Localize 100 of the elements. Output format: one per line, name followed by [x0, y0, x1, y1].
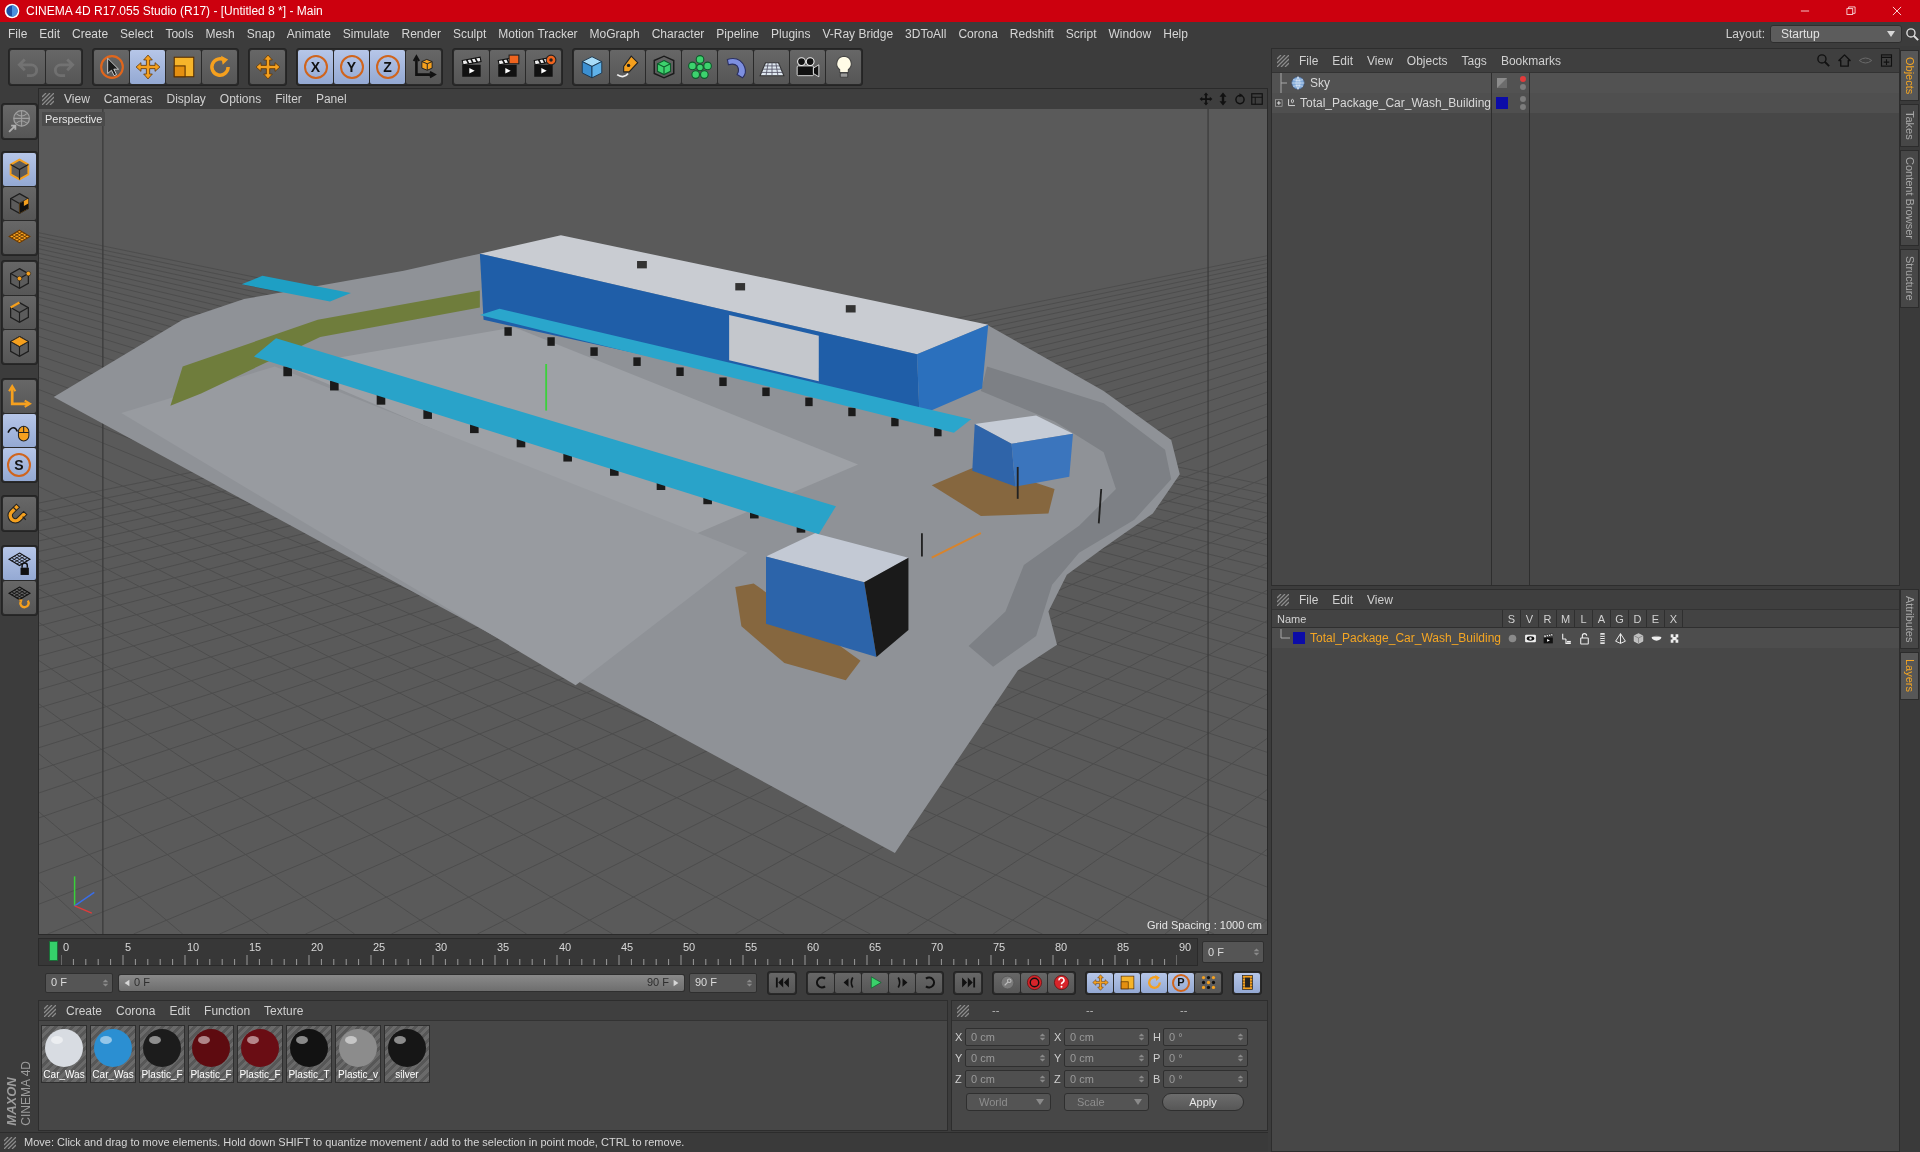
spinner-icon[interactable] [1237, 1032, 1244, 1042]
clapperboard-icon[interactable] [1541, 631, 1555, 645]
object-row[interactable]: Total_Package_Car_Wash_Building [1272, 93, 1899, 113]
menu-item[interactable]: V-Ray Bridge [816, 25, 900, 43]
grip-icon[interactable] [1277, 593, 1289, 606]
keyframe-selection-button[interactable] [1048, 972, 1074, 993]
menu-item[interactable]: File [1292, 51, 1326, 70]
plus-box-icon[interactable] [1879, 53, 1894, 68]
move-button[interactable] [130, 50, 165, 84]
render-dot-icon[interactable] [1520, 104, 1526, 110]
previous-key-button[interactable] [808, 972, 834, 993]
menu-item[interactable]: Sculpt [446, 25, 493, 43]
render-settings-button[interactable] [526, 50, 561, 84]
start-frame-field[interactable]: 0 F [45, 972, 113, 993]
next-frame-button[interactable] [889, 972, 915, 993]
right-arrow-icon[interactable] [672, 978, 680, 987]
menu-item[interactable]: Filter [268, 90, 309, 108]
material-swatch[interactable]: Plastic_T [286, 1025, 332, 1083]
rotate-button[interactable] [202, 50, 237, 84]
subdivision-button[interactable] [646, 50, 681, 84]
next-key-button[interactable] [916, 972, 942, 993]
timeline-ruler[interactable]: 0 5 10 15 20 25 30 35 40 45 50 55 60 65 70 75 80 85 90 [38, 938, 1198, 966]
solo-button[interactable]: S [2, 448, 36, 481]
grip-icon[interactable] [1277, 54, 1289, 67]
side-tab[interactable]: Layers [1900, 652, 1919, 700]
menu-item[interactable]: Cameras [96, 90, 160, 108]
live-selection-button[interactable] [94, 50, 129, 84]
x-axis-button[interactable]: X [298, 50, 333, 84]
layer-row[interactable]: Total_Package_Car_Wash_Building [1272, 628, 1899, 648]
edges-mode-button[interactable] [2, 296, 36, 329]
camera-button[interactable] [790, 50, 825, 84]
spinner-icon[interactable] [1039, 1053, 1046, 1063]
scale-key-button[interactable] [1114, 972, 1140, 993]
play-button[interactable] [862, 972, 888, 993]
parameter-key-button[interactable]: P [1168, 972, 1194, 993]
menu-item[interactable]: File [1292, 590, 1326, 609]
menu-item[interactable]: Edit [1325, 590, 1361, 609]
material-swatch[interactable]: Car_Was [41, 1025, 87, 1083]
menu-item[interactable]: Motion Tracker [492, 25, 584, 43]
grip-icon[interactable] [44, 1004, 56, 1017]
tweak-mode-button[interactable] [2, 414, 36, 447]
spinner-icon[interactable] [1138, 1032, 1145, 1042]
menu-item[interactable]: Corona [109, 1001, 163, 1020]
menu-item[interactable]: Function [197, 1001, 258, 1020]
spinner-icon[interactable] [102, 977, 109, 988]
color-swatch-icon[interactable] [1496, 97, 1508, 109]
light-button[interactable] [826, 50, 861, 84]
grip-icon[interactable] [42, 93, 54, 105]
shaded-square-icon[interactable] [1496, 77, 1508, 89]
bend-button[interactable] [718, 50, 753, 84]
menu-item[interactable]: File [2, 25, 34, 43]
model-mode-button[interactable] [2, 153, 36, 186]
menu-item[interactable]: Window [1102, 25, 1158, 43]
cube-button[interactable] [574, 50, 609, 84]
coordinate-system-button[interactable] [406, 50, 441, 84]
menu-item[interactable]: Edit [33, 25, 67, 43]
spinner-icon[interactable] [1039, 1074, 1046, 1084]
workplane-rotate-button[interactable] [2, 581, 36, 614]
menu-item[interactable]: Select [114, 25, 160, 43]
frame-range-slider[interactable]: 0 F 90 F [118, 973, 685, 992]
menu-item[interactable]: Help [1157, 25, 1194, 43]
material-swatch[interactable]: Plastic_F [139, 1025, 185, 1083]
menu-item[interactable]: View [1360, 590, 1400, 609]
menu-item[interactable]: Objects [1399, 51, 1455, 70]
padlock-icon[interactable] [1577, 631, 1591, 645]
object-name[interactable]: Sky [1310, 74, 1330, 92]
workplane-mode-button[interactable] [2, 221, 36, 254]
menu-item[interactable]: Display [159, 90, 213, 108]
record-button[interactable] [994, 972, 1020, 993]
spinner-icon[interactable] [1039, 1032, 1046, 1042]
scale-button[interactable] [166, 50, 201, 84]
material-swatch[interactable]: Plastic_F [237, 1025, 283, 1083]
menu-item[interactable]: View [57, 90, 97, 108]
spinner-icon[interactable] [1138, 1053, 1145, 1063]
menu-item[interactable]: Simulate [336, 25, 396, 43]
pen-button[interactable] [610, 50, 645, 84]
menu-item[interactable]: View [1360, 51, 1400, 70]
orbit-icon[interactable] [1233, 92, 1247, 106]
pan-arrows-icon[interactable] [1199, 92, 1213, 106]
render-picture-viewer-button[interactable] [490, 50, 525, 84]
side-tab[interactable]: Content Browser [1900, 150, 1919, 246]
menu-item[interactable]: Create [66, 25, 115, 43]
material-swatch[interactable]: silver [384, 1025, 430, 1083]
grip-icon[interactable] [4, 1136, 16, 1149]
render-view-button[interactable] [454, 50, 489, 84]
position-key-button[interactable] [1087, 972, 1113, 993]
side-tab[interactable]: Structure [1900, 249, 1919, 308]
cube-icon[interactable] [1631, 631, 1645, 645]
menu-item[interactable]: Mesh [199, 25, 241, 43]
floor-button[interactable] [754, 50, 789, 84]
side-tab[interactable]: Objects [1900, 50, 1919, 102]
layer-name[interactable]: Total_Package_Car_Wash_Building [1310, 629, 1501, 647]
menu-item[interactable]: Redshift [1003, 25, 1060, 43]
menu-item[interactable]: Texture [257, 1001, 311, 1020]
menu-item[interactable]: MoGraph [583, 25, 646, 43]
layout-dropdown[interactable]: Startup [1770, 25, 1902, 43]
side-tab[interactable]: Attributes [1900, 589, 1919, 650]
material-swatch[interactable]: Plastic_F [188, 1025, 234, 1083]
home-icon[interactable] [1837, 53, 1852, 68]
axis-mode-button[interactable] [2, 380, 36, 413]
